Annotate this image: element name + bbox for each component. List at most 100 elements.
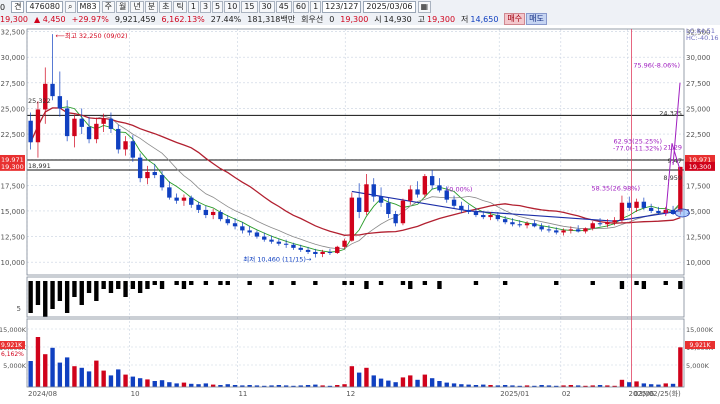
price-tick-left: 25,000 bbox=[1, 105, 26, 113]
tick-button[interactable]: 15 bbox=[241, 1, 258, 13]
fib-label: 58.35(26.98%) bbox=[592, 184, 640, 192]
volume-bar bbox=[429, 378, 435, 387]
candle-body bbox=[400, 200, 406, 224]
timeframe-button[interactable]: 월 bbox=[115, 1, 130, 13]
count-field[interactable]: 123/127 bbox=[322, 1, 362, 13]
tick-button[interactable]: 60 bbox=[292, 1, 310, 13]
timeframe-button[interactable]: 년 bbox=[130, 1, 144, 13]
volume-bar bbox=[422, 374, 428, 387]
candle-body bbox=[539, 226, 544, 230]
volume-bar bbox=[159, 380, 165, 387]
timeframe-button[interactable]: 틱 bbox=[173, 1, 187, 13]
candle-body bbox=[276, 241, 282, 244]
level-label: 18,991 bbox=[28, 162, 51, 170]
volume-box-left-label: 9,921K bbox=[1, 342, 23, 349]
hoiwoo-label: 회우선 bbox=[301, 14, 324, 24]
low-annotation: 최저 10,460 (11/15)→ bbox=[243, 254, 312, 263]
volume-bar bbox=[634, 381, 639, 387]
oscillator-bar bbox=[313, 281, 318, 285]
candle-body bbox=[152, 171, 157, 176]
candle-body bbox=[342, 240, 347, 247]
oscillator-bar bbox=[181, 281, 187, 289]
candle-body bbox=[232, 223, 238, 227]
candle-body bbox=[305, 249, 311, 252]
tick-button[interactable]: 30 bbox=[258, 1, 275, 13]
menu-select[interactable]: M83 bbox=[76, 1, 100, 13]
stock-chart[interactable]: 32,500 32,50030,000 30,00027,500 27,50025,0… bbox=[0, 25, 720, 404]
time-tick: 11 bbox=[238, 390, 247, 398]
candle-body bbox=[327, 251, 333, 253]
period-select[interactable]: 견 bbox=[11, 1, 25, 13]
volume-bar bbox=[378, 378, 384, 387]
price-tick-left: 12,500 bbox=[1, 234, 26, 242]
tick-button[interactable]: 1 bbox=[310, 1, 322, 13]
volume-bar bbox=[108, 375, 114, 387]
toolbar: 0 견 476080 ⌕ M83 주월년분초틱 1 3 5 10 15 30 45 60 1 1… bbox=[0, 0, 720, 26]
level-label: 25,322 bbox=[28, 97, 51, 105]
trade-value: 181,318백만 bbox=[247, 14, 296, 24]
tick-button[interactable]: 45 bbox=[275, 1, 292, 13]
oscillator-bar bbox=[678, 281, 683, 289]
candle-body bbox=[590, 223, 595, 229]
candle-body bbox=[459, 205, 464, 210]
sell-button[interactable]: 매도 bbox=[526, 13, 547, 25]
candle-body bbox=[137, 157, 143, 179]
candle-body bbox=[451, 199, 457, 206]
volume-bar bbox=[35, 337, 41, 387]
timeframe-button[interactable]: 분 bbox=[144, 1, 159, 13]
timeframe-button[interactable]: 초 bbox=[159, 1, 173, 13]
price-tick-left: 10,000 bbox=[1, 259, 26, 267]
buy-button[interactable]: 매수 bbox=[504, 13, 526, 25]
volume-bar bbox=[451, 383, 457, 387]
candle-body bbox=[641, 201, 647, 208]
volume-bar bbox=[174, 383, 179, 387]
oscillator-bar bbox=[502, 281, 508, 285]
candle-body bbox=[116, 128, 121, 150]
oscillator-bar bbox=[408, 281, 413, 289]
price-tick-right: 27,500 bbox=[686, 80, 711, 88]
price-tick-left: 30,000 bbox=[1, 54, 26, 62]
candle-body bbox=[422, 176, 428, 195]
candle-body bbox=[94, 123, 99, 140]
oscillator-bar bbox=[94, 281, 99, 301]
high-annotation: ⟵최고 32,250 (09/02) bbox=[56, 31, 128, 40]
candle-body bbox=[35, 109, 41, 143]
price-marker: 24,325 bbox=[659, 109, 682, 117]
volume-bar bbox=[364, 367, 369, 387]
oscillator-bar bbox=[641, 281, 647, 289]
calendar-icon[interactable]: ▦ bbox=[417, 1, 432, 13]
period-prefix: 0 bbox=[0, 2, 6, 12]
price-tick-left: 22,500 bbox=[1, 131, 26, 139]
oscillator-bar bbox=[422, 281, 428, 285]
volume-bar bbox=[145, 379, 150, 387]
oscillator-bar bbox=[64, 281, 70, 313]
volume-bar bbox=[123, 374, 128, 387]
volume-bar bbox=[459, 384, 464, 387]
tick-button[interactable]: 10 bbox=[224, 1, 241, 13]
candle-body bbox=[313, 251, 318, 254]
candle-body bbox=[167, 187, 172, 198]
fib-value: 9.47 bbox=[668, 157, 682, 165]
price-tick-right: 22,500 bbox=[686, 131, 711, 139]
marker-ellipse bbox=[674, 208, 690, 218]
volume-bar bbox=[137, 378, 143, 387]
search-icon[interactable]: ⌕ bbox=[65, 1, 76, 13]
tick-button[interactable]: 5 bbox=[212, 1, 224, 13]
candle-body bbox=[283, 243, 289, 245]
tick-button[interactable]: 1 bbox=[187, 1, 199, 13]
volume-bar bbox=[28, 361, 33, 387]
volume-tick-right: 5,000K bbox=[686, 362, 710, 370]
indicator-tick: 5 bbox=[17, 305, 21, 313]
timeframe-buttons: 주월년분초틱 bbox=[101, 1, 188, 13]
candle-body bbox=[670, 209, 676, 215]
price-tick-right: 30,000 bbox=[686, 54, 711, 62]
volume-bar bbox=[94, 360, 99, 387]
date-field[interactable]: 2025/03/06 bbox=[363, 1, 416, 13]
tick-button[interactable]: 3 bbox=[199, 1, 212, 13]
time-tick: 2025/01 bbox=[500, 390, 529, 398]
volume-bar bbox=[203, 383, 209, 387]
price-marker: 8,959 bbox=[663, 174, 682, 182]
timeframe-button[interactable]: 주 bbox=[101, 1, 115, 13]
stock-code-input[interactable]: 476080 bbox=[26, 1, 64, 13]
volume-bar bbox=[167, 382, 172, 387]
